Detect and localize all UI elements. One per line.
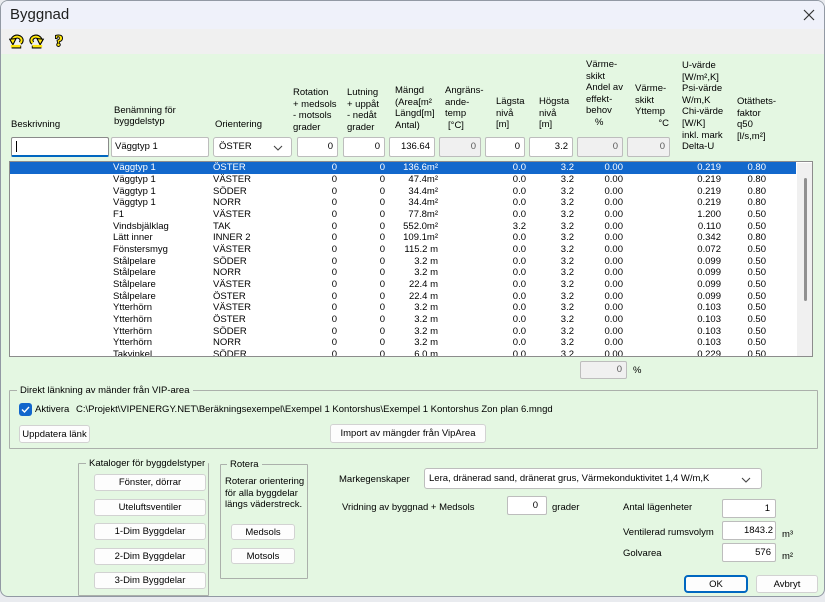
svg-text:?: ? [55, 33, 63, 50]
